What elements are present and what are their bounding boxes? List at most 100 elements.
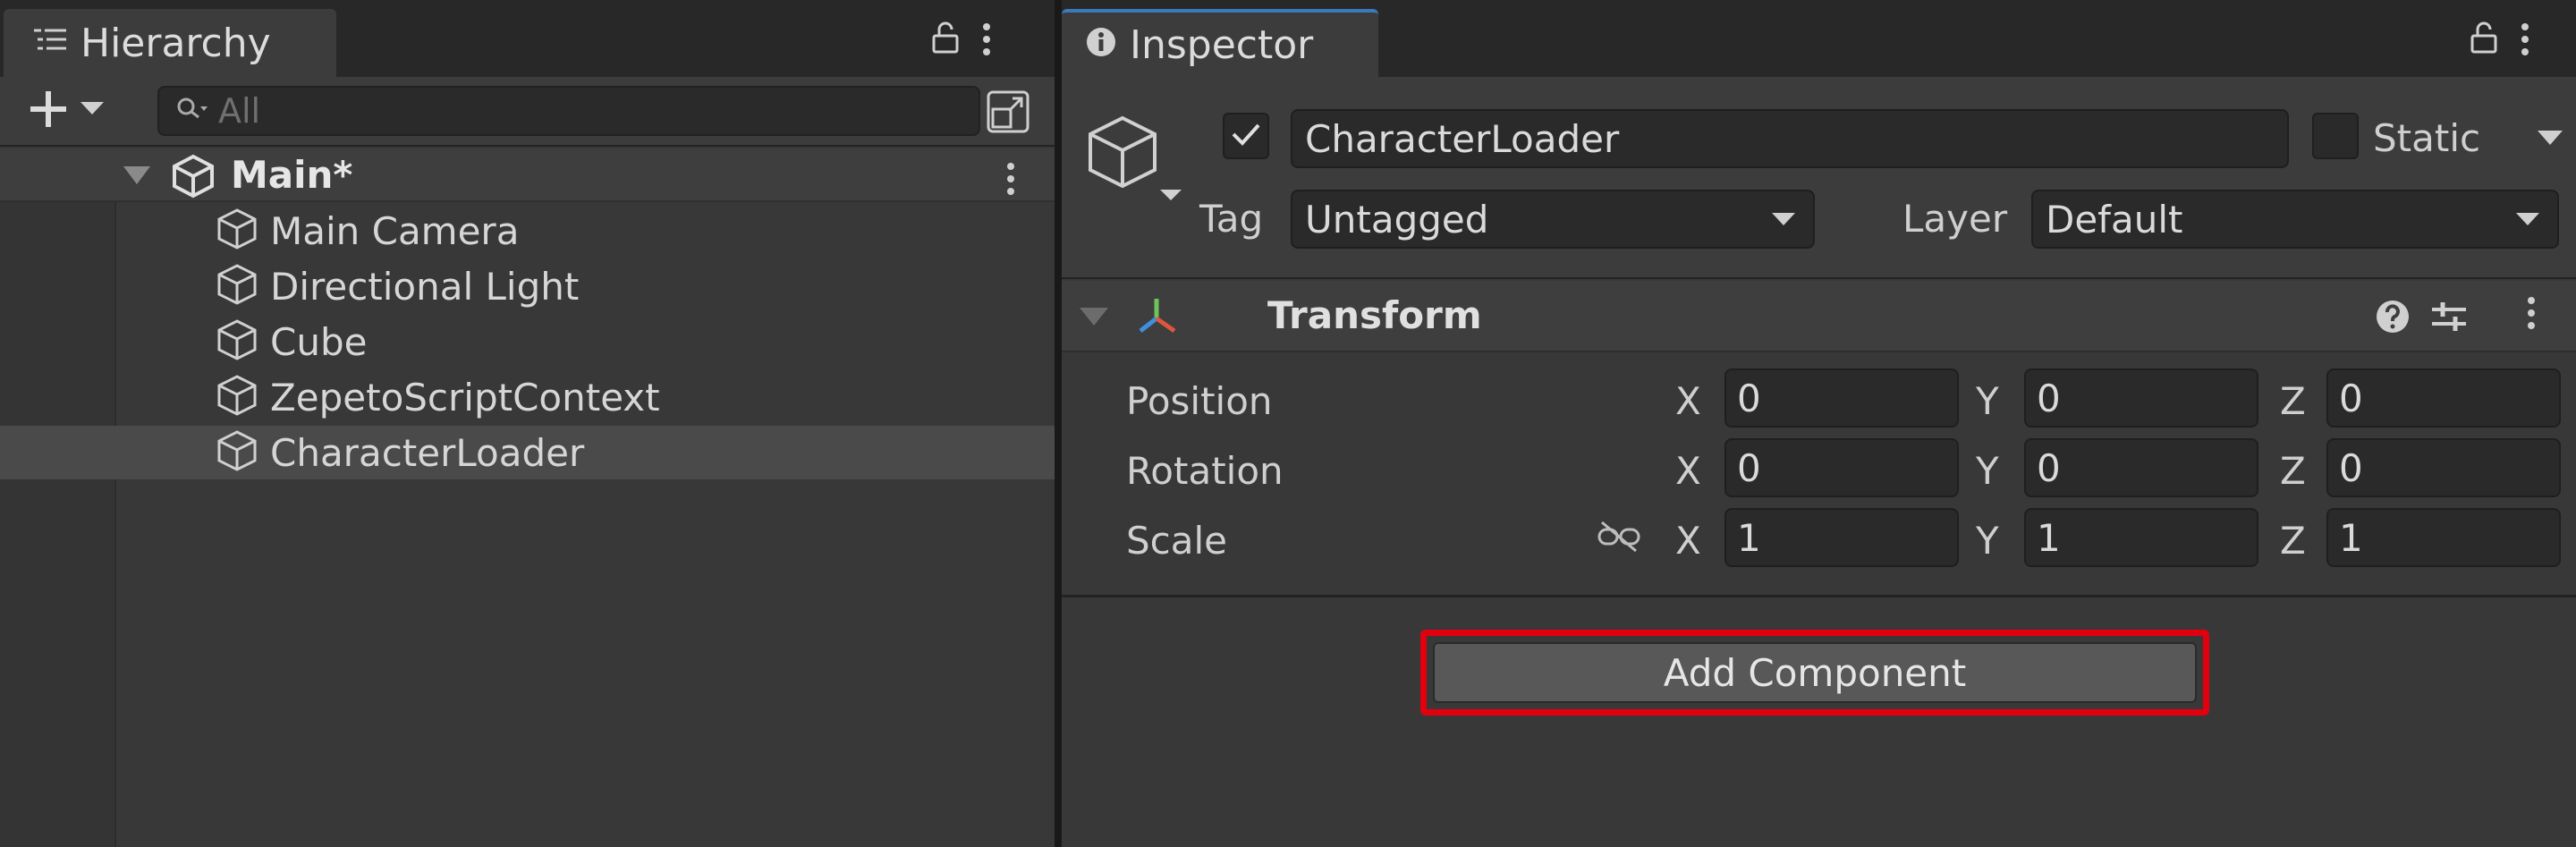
static-checkbox[interactable] [2312,113,2359,159]
axis-x-label[interactable]: X [1675,379,1701,423]
hierarchy-list: Main* Main Camera Directional Light Cube [0,148,1055,847]
scale-z-field[interactable]: 1 [2326,508,2561,567]
tab-hierarchy[interactable]: Hierarchy [4,9,336,77]
position-y-value: 0 [2037,376,2061,420]
add-component-button[interactable]: Add Component [1433,642,2197,703]
create-button[interactable] [27,88,104,134]
gameobject-header: CharacterLoader Static Tag Untagged Laye… [1062,77,2576,279]
tag-dropdown[interactable]: Untagged [1291,190,1815,249]
list-item-selected[interactable]: CharacterLoader [0,426,1055,479]
tag-value: Untagged [1305,197,1489,241]
gameobject-cube-icon [215,373,259,421]
axis-z-label[interactable]: Z [2280,519,2306,563]
position-y-field[interactable]: 0 [2024,368,2258,428]
constrain-proportions-icon[interactable] [1597,519,1641,558]
axis-y-label[interactable]: Y [1976,379,1999,423]
presets-icon[interactable] [2430,299,2468,338]
layer-value: Default [2046,197,2183,241]
list-item-label: Main Camera [270,208,520,253]
layer-dropdown[interactable]: Default [2031,190,2559,249]
rotation-label: Rotation [1126,449,1284,493]
scene-name: Main* [231,153,353,197]
scale-y-field[interactable]: 1 [2024,508,2258,567]
hierarchy-tabbar: Hierarchy [0,0,1055,77]
scale-z-value: 1 [2339,515,2363,560]
axis-x-label[interactable]: X [1675,519,1701,563]
position-label: Position [1126,379,1273,423]
foldout-arrow-icon[interactable] [123,166,150,190]
object-name-value: CharacterLoader [1305,116,1620,161]
more-options-icon[interactable] [979,23,995,55]
scene-row[interactable]: Main* [0,148,1055,202]
gameobject-cube-icon [215,318,259,366]
hierarchy-panel: Hierarchy All Main* Main Camera Directio… [0,0,1055,847]
position-x-value: 0 [1737,376,1761,420]
rotation-z-value: 0 [2339,445,2363,490]
transform-fields: Position X 0 Y 0 Z 0 Rotation X 0 Y 0 Z … [1062,354,2576,597]
add-component-highlight: Add Component [1420,630,2209,716]
object-name-field[interactable]: CharacterLoader [1291,109,2289,168]
rotation-x-value: 0 [1737,445,1761,490]
lock-icon[interactable] [930,20,961,59]
gameobject-cube-icon [215,428,259,477]
list-item[interactable]: ZepetoScriptContext [0,370,1055,424]
list-item-label: Cube [270,319,368,364]
lock-icon[interactable] [2469,20,2499,59]
axis-y-label[interactable]: Y [1976,449,1999,493]
chevron-down-icon [2516,213,2539,225]
list-item-label: CharacterLoader [270,430,585,475]
list-icon [32,21,68,66]
foldout-arrow-icon[interactable] [1080,308,1108,331]
search-field[interactable] [157,86,980,136]
tab-inspector[interactable]: Inspector [1062,9,1378,77]
list-item[interactable]: Main Camera [0,204,1055,258]
position-x-field[interactable]: 0 [1724,368,1959,428]
tab-hierarchy-label: Hierarchy [80,20,271,66]
layer-label: Layer [1902,197,2008,241]
checkmark-icon [1230,121,1262,151]
scale-y-value: 1 [2037,515,2061,560]
inspector-panel: Inspector CharacterLoader Static Tag Unt [1062,0,2576,847]
component-options-icon[interactable] [2523,297,2539,329]
list-item[interactable]: Cube [0,315,1055,368]
rotation-y-value: 0 [2037,445,2061,490]
axis-y-label[interactable]: Y [1976,519,1999,563]
search-icon [175,96,208,126]
gameobject-cube-icon[interactable] [1083,113,1182,215]
gameobject-cube-icon [215,207,259,255]
info-icon [1085,22,1117,68]
transform-component-header[interactable]: Transform [1062,281,2576,352]
rotation-x-field[interactable]: 0 [1724,438,1959,497]
inspector-tabbar: Inspector [1062,0,2576,77]
static-dropdown-arrow-icon[interactable] [2538,131,2563,150]
transform-icon [1133,293,1180,343]
plus-icon [27,88,70,134]
active-checkbox[interactable] [1223,113,1269,159]
chevron-down-icon [80,102,104,120]
gameobject-cube-icon [215,262,259,310]
scale-x-value: 1 [1737,515,1761,560]
rotation-y-field[interactable]: 0 [2024,438,2258,497]
axis-x-label[interactable]: X [1675,449,1701,493]
position-z-value: 0 [2339,376,2363,420]
list-item-label: ZepetoScriptContext [270,375,660,419]
tab-inspector-label: Inspector [1130,21,1314,68]
search-mode-icon[interactable] [986,89,1032,138]
hierarchy-toolbar [0,77,1055,147]
list-item-label: Directional Light [270,264,580,309]
chevron-down-icon [1772,213,1795,225]
more-options-icon[interactable] [2517,23,2533,55]
axis-z-label[interactable]: Z [2280,449,2306,493]
rotation-z-field[interactable]: 0 [2326,438,2561,497]
axis-z-label[interactable]: Z [2280,379,2306,423]
scale-label: Scale [1126,519,1227,563]
scale-x-field[interactable]: 1 [1724,508,1959,567]
static-label: Static [2373,116,2481,160]
help-icon[interactable] [2375,299,2411,338]
scene-options-icon[interactable] [1003,163,1019,195]
search-input[interactable] [218,91,952,131]
list-item[interactable]: Directional Light [0,259,1055,313]
position-z-field[interactable]: 0 [2326,368,2561,428]
tag-label: Tag [1199,197,1264,241]
unity-scene-icon [170,154,216,202]
